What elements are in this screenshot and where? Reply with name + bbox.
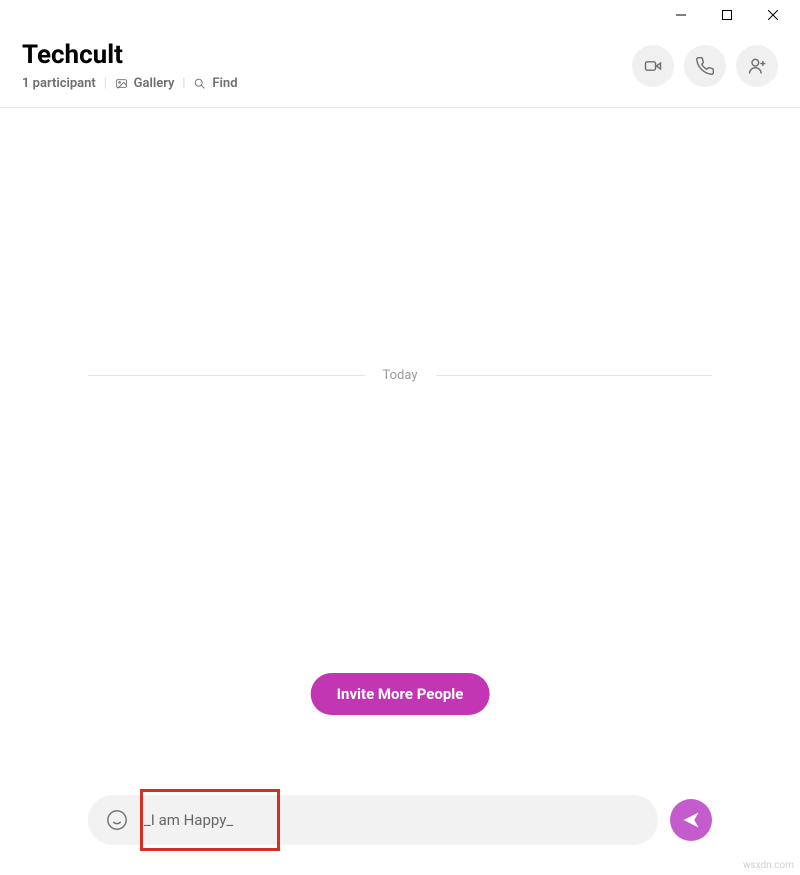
divider-pipe: | — [104, 76, 107, 91]
audio-call-button[interactable] — [684, 45, 726, 87]
header-actions — [632, 45, 778, 87]
divider-line-right — [436, 375, 713, 376]
header-info: Techcult 1 participant | Gallery | Find — [22, 40, 238, 91]
chat-body: Today Invite More People — [0, 108, 800, 728]
header-sub: 1 participant | Gallery | Find — [22, 76, 238, 91]
message-composer — [88, 795, 712, 845]
chat-title: Techcult — [22, 40, 238, 70]
phone-icon — [695, 56, 715, 76]
date-divider: Today — [88, 368, 712, 383]
add-participant-button[interactable] — [736, 45, 778, 87]
participants-label: 1 participant — [22, 76, 96, 91]
find-label: Find — [212, 76, 237, 91]
gallery-icon — [115, 77, 128, 90]
invite-more-people-button[interactable]: Invite More People — [311, 673, 490, 715]
date-label: Today — [383, 368, 418, 383]
input-container — [88, 795, 658, 845]
watermark: wsxdn.com — [743, 860, 794, 871]
smiley-icon — [106, 809, 128, 831]
chat-header: Techcult 1 participant | Gallery | Find — [0, 30, 800, 108]
video-call-button[interactable] — [632, 45, 674, 87]
emoji-button[interactable] — [106, 809, 128, 831]
message-input[interactable] — [144, 807, 640, 833]
send-button[interactable] — [670, 799, 712, 841]
window-titlebar — [0, 0, 800, 30]
send-icon — [681, 810, 701, 830]
close-button[interactable] — [750, 0, 796, 30]
gallery-label: Gallery — [134, 76, 175, 91]
participants-link[interactable]: 1 participant — [22, 76, 96, 91]
find-link[interactable]: Find — [193, 76, 237, 91]
video-icon — [643, 56, 663, 76]
minimize-button[interactable] — [658, 0, 704, 30]
add-user-icon — [747, 56, 767, 76]
divider-pipe: | — [183, 76, 186, 91]
divider-line-left — [88, 375, 365, 376]
maximize-button[interactable] — [704, 0, 750, 30]
search-icon — [193, 77, 206, 90]
gallery-link[interactable]: Gallery — [115, 76, 175, 91]
